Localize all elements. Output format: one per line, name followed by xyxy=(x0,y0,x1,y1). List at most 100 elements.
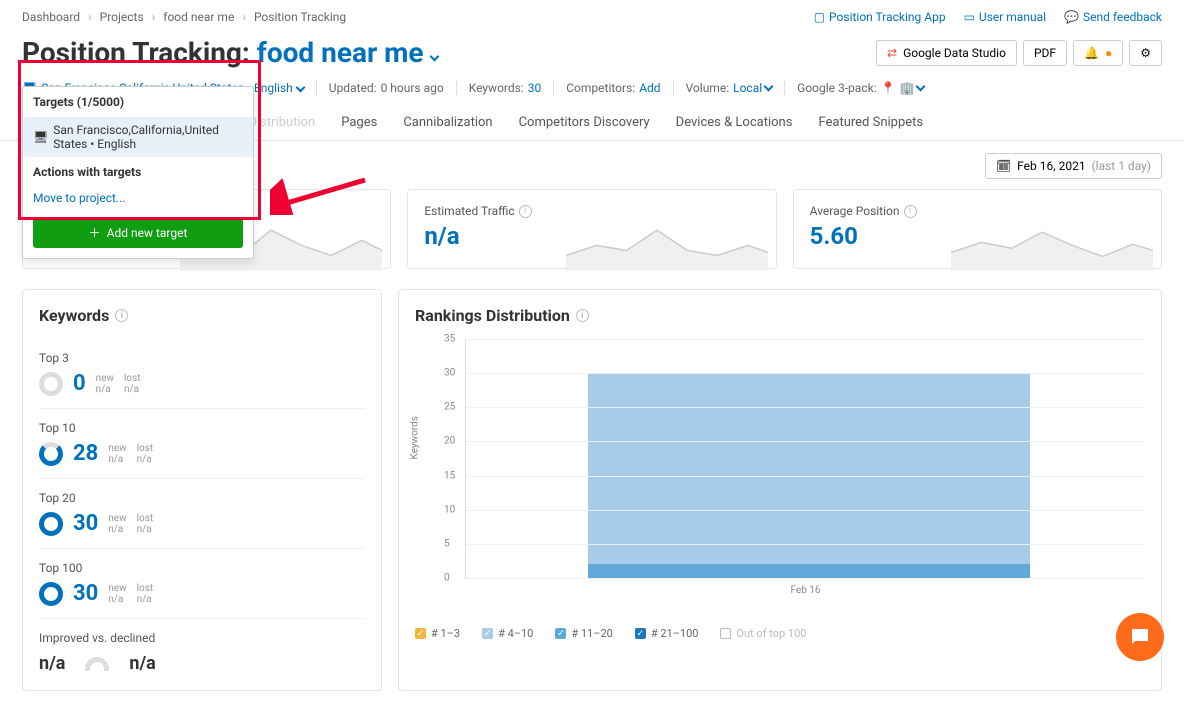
chevron-right-icon: › xyxy=(152,10,156,24)
top3-value: 0 xyxy=(73,371,86,396)
google-data-studio-button[interactable]: ⇄Google Data Studio xyxy=(876,40,1017,66)
avgpos-card: Average Positioni 5.60 xyxy=(793,189,1162,269)
chat-bubble[interactable] xyxy=(1116,613,1164,661)
declined-value: n/a xyxy=(129,653,155,674)
legend-item[interactable]: ✓# 11–20 xyxy=(555,627,612,640)
target-item[interactable]: 🖥San Francisco,California,United States … xyxy=(23,117,253,157)
tab-pages[interactable]: Pages xyxy=(339,105,379,140)
competitors-label: Competitors: Add xyxy=(554,81,673,95)
breadcrumb-current: Position Tracking xyxy=(254,10,346,24)
move-to-project-link[interactable]: Move to project... xyxy=(23,187,253,213)
sparkline xyxy=(566,210,768,271)
chart-legend: ✓# 1–3 ✓# 4–10 ✓# 11–20 ✓# 21–100 Out of top… xyxy=(415,627,1145,640)
improved-label: Improved vs. declined xyxy=(39,631,365,645)
volume-label: Volume: Local xyxy=(674,81,786,95)
notifications-button[interactable]: 🔔 ● xyxy=(1073,40,1123,66)
info-icon[interactable]: i xyxy=(904,205,917,218)
title-actions: ⇄Google Data Studio PDF 🔔 ● ⚙ xyxy=(876,40,1162,66)
tab-devices-locations[interactable]: Devices & Locations xyxy=(674,105,795,140)
top100-label: Top 100 xyxy=(39,561,365,575)
top3-label: Top 3 xyxy=(39,351,365,365)
top10-value: 28 xyxy=(73,441,98,466)
info-icon[interactable]: i xyxy=(576,309,589,322)
keywords-count: Keywords: 30 xyxy=(457,81,555,95)
tab-featured-snippets[interactable]: Featured Snippets xyxy=(816,105,925,140)
breadcrumb-projects[interactable]: Projects xyxy=(100,10,144,24)
chevron-right-icon: › xyxy=(242,10,246,24)
project-name[interactable]: food near me xyxy=(257,36,438,69)
position-tracking-app-link[interactable]: ▢Position Tracking App xyxy=(814,10,946,24)
keywords-title: Keywordsi xyxy=(39,306,365,325)
header-links: ▢Position Tracking App ▭User manual 💬Sen… xyxy=(814,10,1162,24)
gds-icon: ⇄ xyxy=(887,46,897,60)
keywords-link[interactable]: 30 xyxy=(528,81,542,95)
target-dropdown: Targets (1/5000) 🖥San Francisco,Californ… xyxy=(22,86,254,259)
donut-icon xyxy=(39,582,63,606)
chart-xtick: Feb 16 xyxy=(790,585,820,596)
volume-link[interactable]: Local xyxy=(733,81,772,95)
chevron-down-icon xyxy=(764,82,774,92)
title-row: Position Tracking: food near me ⇄Google … xyxy=(0,34,1184,77)
business-icon[interactable]: 🏢 xyxy=(900,81,925,95)
top3-sub: newn/a lostn/a xyxy=(96,373,141,395)
competitors-add-link[interactable]: Add xyxy=(639,81,660,95)
legend-item[interactable]: ✓# 4–10 xyxy=(482,627,533,640)
top3-block: Top 3 0 newn/a lostn/a xyxy=(39,339,365,409)
rankings-distribution-panel: Rankings Distributioni Keywords Feb 16 0… xyxy=(398,289,1162,691)
targets-header: Targets (1/5000) xyxy=(23,87,253,117)
donut-icon xyxy=(39,372,63,396)
gear-icon: ⚙ xyxy=(1140,46,1151,60)
tab-cannibalization[interactable]: Cannibalization xyxy=(401,105,494,140)
plus-icon: ＋ xyxy=(89,224,101,241)
info-icon[interactable]: i xyxy=(115,309,128,322)
top20-block: Top 20 30 newn/a lostn/a xyxy=(39,479,365,549)
add-new-target-button[interactable]: ＋Add new target xyxy=(33,217,243,248)
top20-sub: newn/a lostn/a xyxy=(108,513,153,535)
keywords-panel: Keywordsi Top 3 0 newn/a lostn/a Top 10 … xyxy=(22,289,382,691)
chart-ylabel: Keywords xyxy=(410,416,421,459)
bell-icon: 🔔 xyxy=(1084,46,1099,60)
user-manual-link[interactable]: ▭User manual xyxy=(964,10,1046,24)
map-pin-icon[interactable]: 📍 xyxy=(881,81,896,95)
updated-label: Updated: 0 hours ago xyxy=(317,81,457,95)
desktop-icon: 🖥 xyxy=(33,130,48,144)
improved-value: n/a xyxy=(39,653,65,674)
sparkline xyxy=(951,210,1153,271)
bar-11-20 xyxy=(588,564,1029,578)
breadcrumb: Dashboard › Projects › food near me › Po… xyxy=(0,0,1184,34)
breadcrumb-project[interactable]: food near me xyxy=(163,10,234,24)
calendar-icon: 🗓 xyxy=(996,159,1011,173)
rankings-chart: Keywords Feb 16 05101520253035 xyxy=(415,339,1145,609)
actions-header: Actions with targets xyxy=(23,157,253,187)
tab-competitors-discovery[interactable]: Competitors Discovery xyxy=(517,105,652,140)
page-title: Position Tracking: food near me xyxy=(22,36,438,69)
legend-item[interactable]: Out of top 100 xyxy=(720,627,806,640)
pdf-button[interactable]: PDF xyxy=(1023,40,1067,66)
settings-button[interactable]: ⚙ xyxy=(1129,40,1162,66)
top20-value: 30 xyxy=(73,511,98,536)
chat-icon xyxy=(1128,625,1152,649)
chevron-down-icon xyxy=(295,82,305,92)
date-picker[interactable]: 🗓 Feb 16, 2021 (last 1 day) xyxy=(985,153,1162,179)
donut-icon xyxy=(39,512,63,536)
rankings-title: Rankings Distributioni xyxy=(415,306,1145,325)
info-icon[interactable]: i xyxy=(519,205,532,218)
book-icon: ▭ xyxy=(964,10,975,24)
top100-value: 30 xyxy=(73,581,98,606)
improved-declined-block: Improved vs. declined n/a n/a xyxy=(39,619,365,674)
google-3pack-label: Google 3-pack: 📍 🏢 xyxy=(785,81,936,95)
donut-icon xyxy=(39,442,63,466)
chevron-right-icon: › xyxy=(88,10,92,24)
top100-block: Top 100 30 newn/a lostn/a xyxy=(39,549,365,619)
send-feedback-link[interactable]: 💬Send feedback xyxy=(1064,10,1162,24)
top20-label: Top 20 xyxy=(39,491,365,505)
breadcrumb-dashboard[interactable]: Dashboard xyxy=(22,10,80,24)
top100-sub: newn/a lostn/a xyxy=(108,583,153,605)
legend-item[interactable]: ✓# 21–100 xyxy=(635,627,699,640)
traffic-card: Estimated Traffici n/a xyxy=(407,189,776,269)
mobile-icon: ▢ xyxy=(814,10,825,24)
comment-icon: 💬 xyxy=(1064,10,1079,24)
arc-icon xyxy=(85,657,109,671)
legend-item[interactable]: ✓# 1–3 xyxy=(415,627,460,640)
chevron-down-icon xyxy=(429,52,439,62)
